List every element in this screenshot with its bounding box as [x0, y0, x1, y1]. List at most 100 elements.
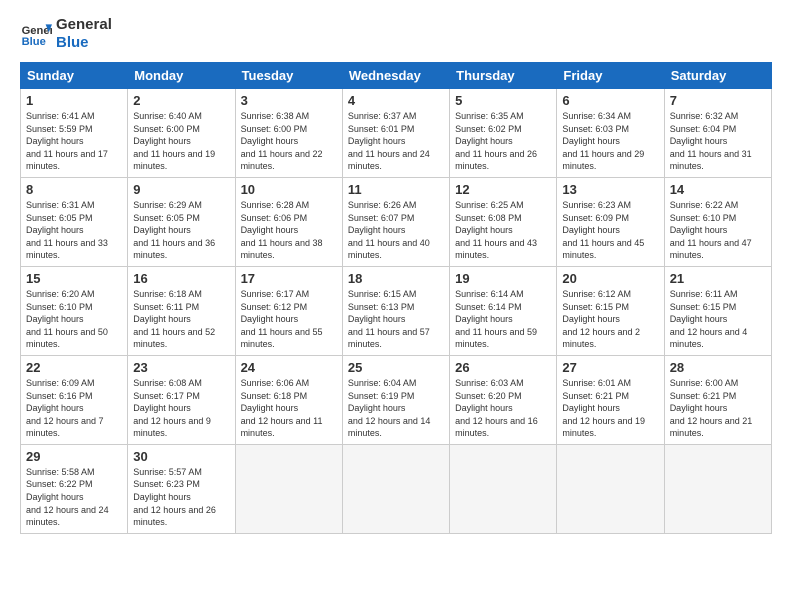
day-cell: 14 Sunrise: 6:22 AMSunset: 6:10 PMDaylig… — [664, 177, 771, 266]
day-cell: 20 Sunrise: 6:12 AMSunset: 6:15 PMDaylig… — [557, 266, 664, 355]
cell-info: Sunrise: 6:22 AMSunset: 6:10 PMDaylight … — [670, 200, 752, 260]
day-number: 25 — [348, 360, 444, 375]
day-number: 27 — [562, 360, 658, 375]
cell-info: Sunrise: 6:35 AMSunset: 6:02 PMDaylight … — [455, 111, 537, 171]
calendar-table: SundayMondayTuesdayWednesdayThursdayFrid… — [20, 62, 772, 534]
day-number: 26 — [455, 360, 551, 375]
day-cell: 23 Sunrise: 6:08 AMSunset: 6:17 PMDaylig… — [128, 355, 235, 444]
day-cell: 3 Sunrise: 6:38 AMSunset: 6:00 PMDayligh… — [235, 89, 342, 178]
cell-info: Sunrise: 6:11 AMSunset: 6:15 PMDaylight … — [670, 289, 748, 349]
cell-info: Sunrise: 6:28 AMSunset: 6:06 PMDaylight … — [241, 200, 323, 260]
day-number: 9 — [133, 182, 229, 197]
day-cell: 24 Sunrise: 6:06 AMSunset: 6:18 PMDaylig… — [235, 355, 342, 444]
day-cell: 25 Sunrise: 6:04 AMSunset: 6:19 PMDaylig… — [342, 355, 449, 444]
day-cell: 9 Sunrise: 6:29 AMSunset: 6:05 PMDayligh… — [128, 177, 235, 266]
day-number: 13 — [562, 182, 658, 197]
page: General Blue General Blue SundayMondayTu… — [0, 0, 792, 544]
day-number: 3 — [241, 93, 337, 108]
day-cell: 22 Sunrise: 6:09 AMSunset: 6:16 PMDaylig… — [21, 355, 128, 444]
day-cell: 28 Sunrise: 6:00 AMSunset: 6:21 PMDaylig… — [664, 355, 771, 444]
col-header-friday: Friday — [557, 63, 664, 89]
day-cell: 11 Sunrise: 6:26 AMSunset: 6:07 PMDaylig… — [342, 177, 449, 266]
week-row-5: 29 Sunrise: 5:58 AMSunset: 6:22 PMDaylig… — [21, 444, 772, 533]
day-number: 28 — [670, 360, 766, 375]
day-number: 8 — [26, 182, 122, 197]
day-cell: 27 Sunrise: 6:01 AMSunset: 6:21 PMDaylig… — [557, 355, 664, 444]
day-number: 24 — [241, 360, 337, 375]
day-number: 5 — [455, 93, 551, 108]
day-number: 21 — [670, 271, 766, 286]
day-number: 29 — [26, 449, 122, 464]
day-cell: 15 Sunrise: 6:20 AMSunset: 6:10 PMDaylig… — [21, 266, 128, 355]
cell-info: Sunrise: 6:18 AMSunset: 6:11 PMDaylight … — [133, 289, 215, 349]
cell-info: Sunrise: 6:03 AMSunset: 6:20 PMDaylight … — [455, 378, 538, 438]
cell-info: Sunrise: 6:38 AMSunset: 6:00 PMDaylight … — [241, 111, 323, 171]
cell-info: Sunrise: 6:09 AMSunset: 6:16 PMDaylight … — [26, 378, 104, 438]
day-cell — [450, 444, 557, 533]
week-row-4: 22 Sunrise: 6:09 AMSunset: 6:16 PMDaylig… — [21, 355, 772, 444]
day-cell — [664, 444, 771, 533]
week-row-3: 15 Sunrise: 6:20 AMSunset: 6:10 PMDaylig… — [21, 266, 772, 355]
day-cell: 5 Sunrise: 6:35 AMSunset: 6:02 PMDayligh… — [450, 89, 557, 178]
day-number: 7 — [670, 93, 766, 108]
cell-info: Sunrise: 6:17 AMSunset: 6:12 PMDaylight … — [241, 289, 323, 349]
day-cell: 12 Sunrise: 6:25 AMSunset: 6:08 PMDaylig… — [450, 177, 557, 266]
col-header-saturday: Saturday — [664, 63, 771, 89]
cell-info: Sunrise: 6:29 AMSunset: 6:05 PMDaylight … — [133, 200, 215, 260]
day-number: 2 — [133, 93, 229, 108]
cell-info: Sunrise: 6:32 AMSunset: 6:04 PMDaylight … — [670, 111, 752, 171]
header: General Blue General Blue — [20, 16, 772, 52]
week-row-2: 8 Sunrise: 6:31 AMSunset: 6:05 PMDayligh… — [21, 177, 772, 266]
day-cell: 17 Sunrise: 6:17 AMSunset: 6:12 PMDaylig… — [235, 266, 342, 355]
day-cell: 10 Sunrise: 6:28 AMSunset: 6:06 PMDaylig… — [235, 177, 342, 266]
cell-info: Sunrise: 6:26 AMSunset: 6:07 PMDaylight … — [348, 200, 430, 260]
day-number: 22 — [26, 360, 122, 375]
cell-info: Sunrise: 6:25 AMSunset: 6:08 PMDaylight … — [455, 200, 537, 260]
cell-info: Sunrise: 6:08 AMSunset: 6:17 PMDaylight … — [133, 378, 211, 438]
day-number: 16 — [133, 271, 229, 286]
day-cell: 1 Sunrise: 6:41 AMSunset: 5:59 PMDayligh… — [21, 89, 128, 178]
day-cell: 8 Sunrise: 6:31 AMSunset: 6:05 PMDayligh… — [21, 177, 128, 266]
day-cell — [235, 444, 342, 533]
col-header-thursday: Thursday — [450, 63, 557, 89]
day-number: 1 — [26, 93, 122, 108]
cell-info: Sunrise: 6:01 AMSunset: 6:21 PMDaylight … — [562, 378, 645, 438]
cell-info: Sunrise: 6:31 AMSunset: 6:05 PMDaylight … — [26, 200, 108, 260]
day-number: 10 — [241, 182, 337, 197]
logo: General Blue General Blue — [20, 16, 112, 52]
col-header-wednesday: Wednesday — [342, 63, 449, 89]
day-cell — [557, 444, 664, 533]
day-cell: 18 Sunrise: 6:15 AMSunset: 6:13 PMDaylig… — [342, 266, 449, 355]
day-number: 6 — [562, 93, 658, 108]
cell-info: Sunrise: 6:37 AMSunset: 6:01 PMDaylight … — [348, 111, 430, 171]
day-cell: 4 Sunrise: 6:37 AMSunset: 6:01 PMDayligh… — [342, 89, 449, 178]
day-number: 30 — [133, 449, 229, 464]
day-cell: 16 Sunrise: 6:18 AMSunset: 6:11 PMDaylig… — [128, 266, 235, 355]
cell-info: Sunrise: 6:00 AMSunset: 6:21 PMDaylight … — [670, 378, 753, 438]
logo-icon: General Blue — [20, 18, 52, 50]
col-header-monday: Monday — [128, 63, 235, 89]
day-number: 17 — [241, 271, 337, 286]
col-header-sunday: Sunday — [21, 63, 128, 89]
day-cell: 29 Sunrise: 5:58 AMSunset: 6:22 PMDaylig… — [21, 444, 128, 533]
day-cell: 21 Sunrise: 6:11 AMSunset: 6:15 PMDaylig… — [664, 266, 771, 355]
day-number: 12 — [455, 182, 551, 197]
day-number: 19 — [455, 271, 551, 286]
day-number: 11 — [348, 182, 444, 197]
cell-info: Sunrise: 6:12 AMSunset: 6:15 PMDaylight … — [562, 289, 640, 349]
day-number: 18 — [348, 271, 444, 286]
day-number: 14 — [670, 182, 766, 197]
cell-info: Sunrise: 6:20 AMSunset: 6:10 PMDaylight … — [26, 289, 108, 349]
day-cell: 2 Sunrise: 6:40 AMSunset: 6:00 PMDayligh… — [128, 89, 235, 178]
day-cell: 30 Sunrise: 5:57 AMSunset: 6:23 PMDaylig… — [128, 444, 235, 533]
day-number: 15 — [26, 271, 122, 286]
week-row-1: 1 Sunrise: 6:41 AMSunset: 5:59 PMDayligh… — [21, 89, 772, 178]
col-header-tuesday: Tuesday — [235, 63, 342, 89]
cell-info: Sunrise: 6:06 AMSunset: 6:18 PMDaylight … — [241, 378, 323, 438]
cell-info: Sunrise: 6:23 AMSunset: 6:09 PMDaylight … — [562, 200, 644, 260]
cell-info: Sunrise: 5:57 AMSunset: 6:23 PMDaylight … — [133, 467, 216, 527]
cell-info: Sunrise: 5:58 AMSunset: 6:22 PMDaylight … — [26, 467, 109, 527]
day-number: 4 — [348, 93, 444, 108]
header-row: SundayMondayTuesdayWednesdayThursdayFrid… — [21, 63, 772, 89]
day-cell: 7 Sunrise: 6:32 AMSunset: 6:04 PMDayligh… — [664, 89, 771, 178]
